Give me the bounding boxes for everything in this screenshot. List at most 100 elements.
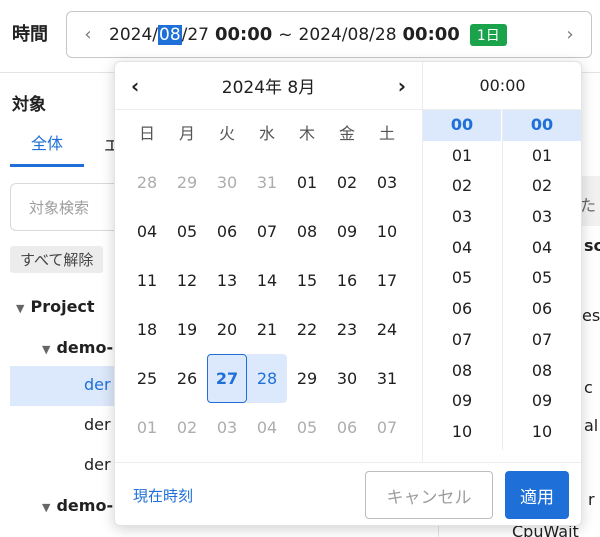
chevron-right-icon: › — [566, 24, 574, 45]
day-cell-range-end[interactable]: 28 — [247, 354, 287, 403]
day-cell[interactable]: 20 — [207, 305, 247, 354]
duration-badge: 1日 — [469, 23, 507, 46]
minute-option[interactable]: 04 — [503, 233, 581, 264]
day-cell[interactable]: 17 — [367, 256, 407, 305]
time-range-selector[interactable]: ‹ 2024/08/27 00:00 ~ 2024/08/28 00:00 1日… — [66, 11, 592, 58]
minute-option[interactable]: 05 — [503, 263, 581, 294]
hour-option[interactable]: 06 — [423, 294, 501, 325]
cancel-button[interactable]: キャンセル — [365, 471, 493, 519]
minute-option[interactable]: 06 — [503, 294, 581, 325]
day-cell[interactable]: 29 — [287, 354, 327, 403]
day-cell[interactable]: 01 — [127, 403, 167, 452]
time-label: 時間 — [12, 24, 48, 45]
day-cell[interactable]: 29 — [167, 158, 207, 207]
minute-option[interactable]: 08 — [503, 356, 581, 387]
tree-item-label: Project — [30, 297, 95, 316]
calendar-grid: 28 29 30 31 01 02 03 04 05 06 07 08 09 10 11 12 13 14 15 16… — [127, 158, 409, 452]
day-cell[interactable]: 23 — [327, 305, 367, 354]
day-cell[interactable]: 13 — [207, 256, 247, 305]
day-cell[interactable]: 24 — [367, 305, 407, 354]
apply-button[interactable]: 適用 — [505, 471, 569, 519]
hour-column: 00 01 02 03 04 05 06 07 08 09 10 — [423, 110, 501, 448]
hour-option[interactable]: 01 — [423, 141, 501, 172]
caret-down-icon: ▼ — [42, 343, 51, 356]
right-panel-text: r — [588, 490, 595, 509]
minute-option[interactable]: 02 — [503, 171, 581, 202]
day-cell[interactable]: 06 — [207, 207, 247, 256]
day-cell[interactable]: 26 — [167, 354, 207, 403]
end-date: 2024/08/28 — [298, 24, 397, 45]
hour-option[interactable]: 10 — [423, 417, 501, 448]
hour-option[interactable]: 02 — [423, 171, 501, 202]
day-cell[interactable]: 25 — [127, 354, 167, 403]
minute-option[interactable]: 03 — [503, 202, 581, 233]
day-cell[interactable]: 07 — [367, 403, 407, 452]
day-cell[interactable]: 01 — [287, 158, 327, 207]
tree-item-selected[interactable]: der — [84, 375, 111, 394]
weekday-label: 金 — [338, 124, 355, 143]
day-cell[interactable]: 03 — [207, 403, 247, 452]
calendar-header: ‹ 2024年 8月 › — [115, 62, 422, 110]
day-cell[interactable]: 30 — [327, 354, 367, 403]
start-month-selected[interactable]: 08 — [158, 24, 182, 45]
day-cell[interactable]: 05 — [167, 207, 207, 256]
day-cell[interactable]: 31 — [367, 354, 407, 403]
current-time-link[interactable]: 現在時刻 — [133, 485, 193, 506]
day-cell[interactable]: 02 — [327, 158, 367, 207]
tree-item-demo-group-2[interactable]: ▼ demo- — [42, 496, 113, 515]
day-cell[interactable]: 21 — [247, 305, 287, 354]
day-cell[interactable]: 22 — [287, 305, 327, 354]
day-cell[interactable]: 03 — [367, 158, 407, 207]
next-month-button[interactable]: › — [398, 74, 406, 98]
minute-option[interactable]: 09 — [503, 386, 581, 417]
day-cell[interactable]: 18 — [127, 305, 167, 354]
weekday-label: 月 — [178, 124, 195, 143]
day-cell[interactable]: 31 — [247, 158, 287, 207]
minute-option[interactable]: 01 — [503, 141, 581, 172]
weekday-label: 土 — [378, 124, 395, 143]
prev-range-button[interactable]: ‹ — [67, 12, 109, 57]
day-cell[interactable]: 14 — [247, 256, 287, 305]
day-cell[interactable]: 09 — [327, 207, 367, 256]
tree-item-label: demo- — [56, 496, 114, 515]
start-time: 00:00 — [215, 24, 273, 45]
hour-option[interactable]: 03 — [423, 202, 501, 233]
time-range-text[interactable]: 2024/08/27 00:00 ~ 2024/08/28 00:00 1日 — [109, 23, 549, 46]
day-cell[interactable]: 19 — [167, 305, 207, 354]
day-cell[interactable]: 02 — [167, 403, 207, 452]
day-cell[interactable]: 11 — [127, 256, 167, 305]
day-cell[interactable]: 15 — [287, 256, 327, 305]
tree-item-demo-group[interactable]: ▼ demo- — [42, 338, 113, 357]
weekday-label: 木 — [298, 124, 315, 143]
tree-item-project[interactable]: ▼ Project — [16, 297, 95, 316]
hour-option[interactable]: 00 — [423, 110, 501, 141]
day-cell[interactable]: 07 — [247, 207, 287, 256]
hour-option[interactable]: 07 — [423, 325, 501, 356]
hour-option[interactable]: 09 — [423, 386, 501, 417]
minute-option[interactable]: 07 — [503, 325, 581, 356]
day-cell[interactable]: 10 — [367, 207, 407, 256]
minute-option[interactable]: 10 — [503, 417, 581, 448]
day-cell[interactable]: 06 — [327, 403, 367, 452]
tab-all[interactable]: 全体 — [10, 130, 84, 167]
day-cell[interactable]: 08 — [287, 207, 327, 256]
day-cell[interactable]: 04 — [127, 207, 167, 256]
range-separator: ~ — [278, 24, 293, 45]
day-cell[interactable]: 05 — [287, 403, 327, 452]
day-cell[interactable]: 12 — [167, 256, 207, 305]
day-cell-range-start[interactable]: 27 — [207, 354, 247, 403]
hour-option[interactable]: 05 — [423, 263, 501, 294]
next-range-button[interactable]: › — [549, 12, 591, 57]
hour-option[interactable]: 04 — [423, 233, 501, 264]
minute-option[interactable]: 00 — [503, 110, 581, 141]
tree-item[interactable]: der — [84, 415, 111, 434]
right-panel-text: c — [584, 378, 593, 397]
clear-all-button[interactable]: すべて解除 — [10, 246, 104, 273]
day-cell[interactable]: 28 — [127, 158, 167, 207]
day-cell[interactable]: 30 — [207, 158, 247, 207]
prev-month-button[interactable]: ‹ — [131, 74, 139, 98]
hour-option[interactable]: 08 — [423, 356, 501, 387]
day-cell[interactable]: 04 — [247, 403, 287, 452]
day-cell[interactable]: 16 — [327, 256, 367, 305]
tree-item[interactable]: der — [84, 455, 111, 474]
